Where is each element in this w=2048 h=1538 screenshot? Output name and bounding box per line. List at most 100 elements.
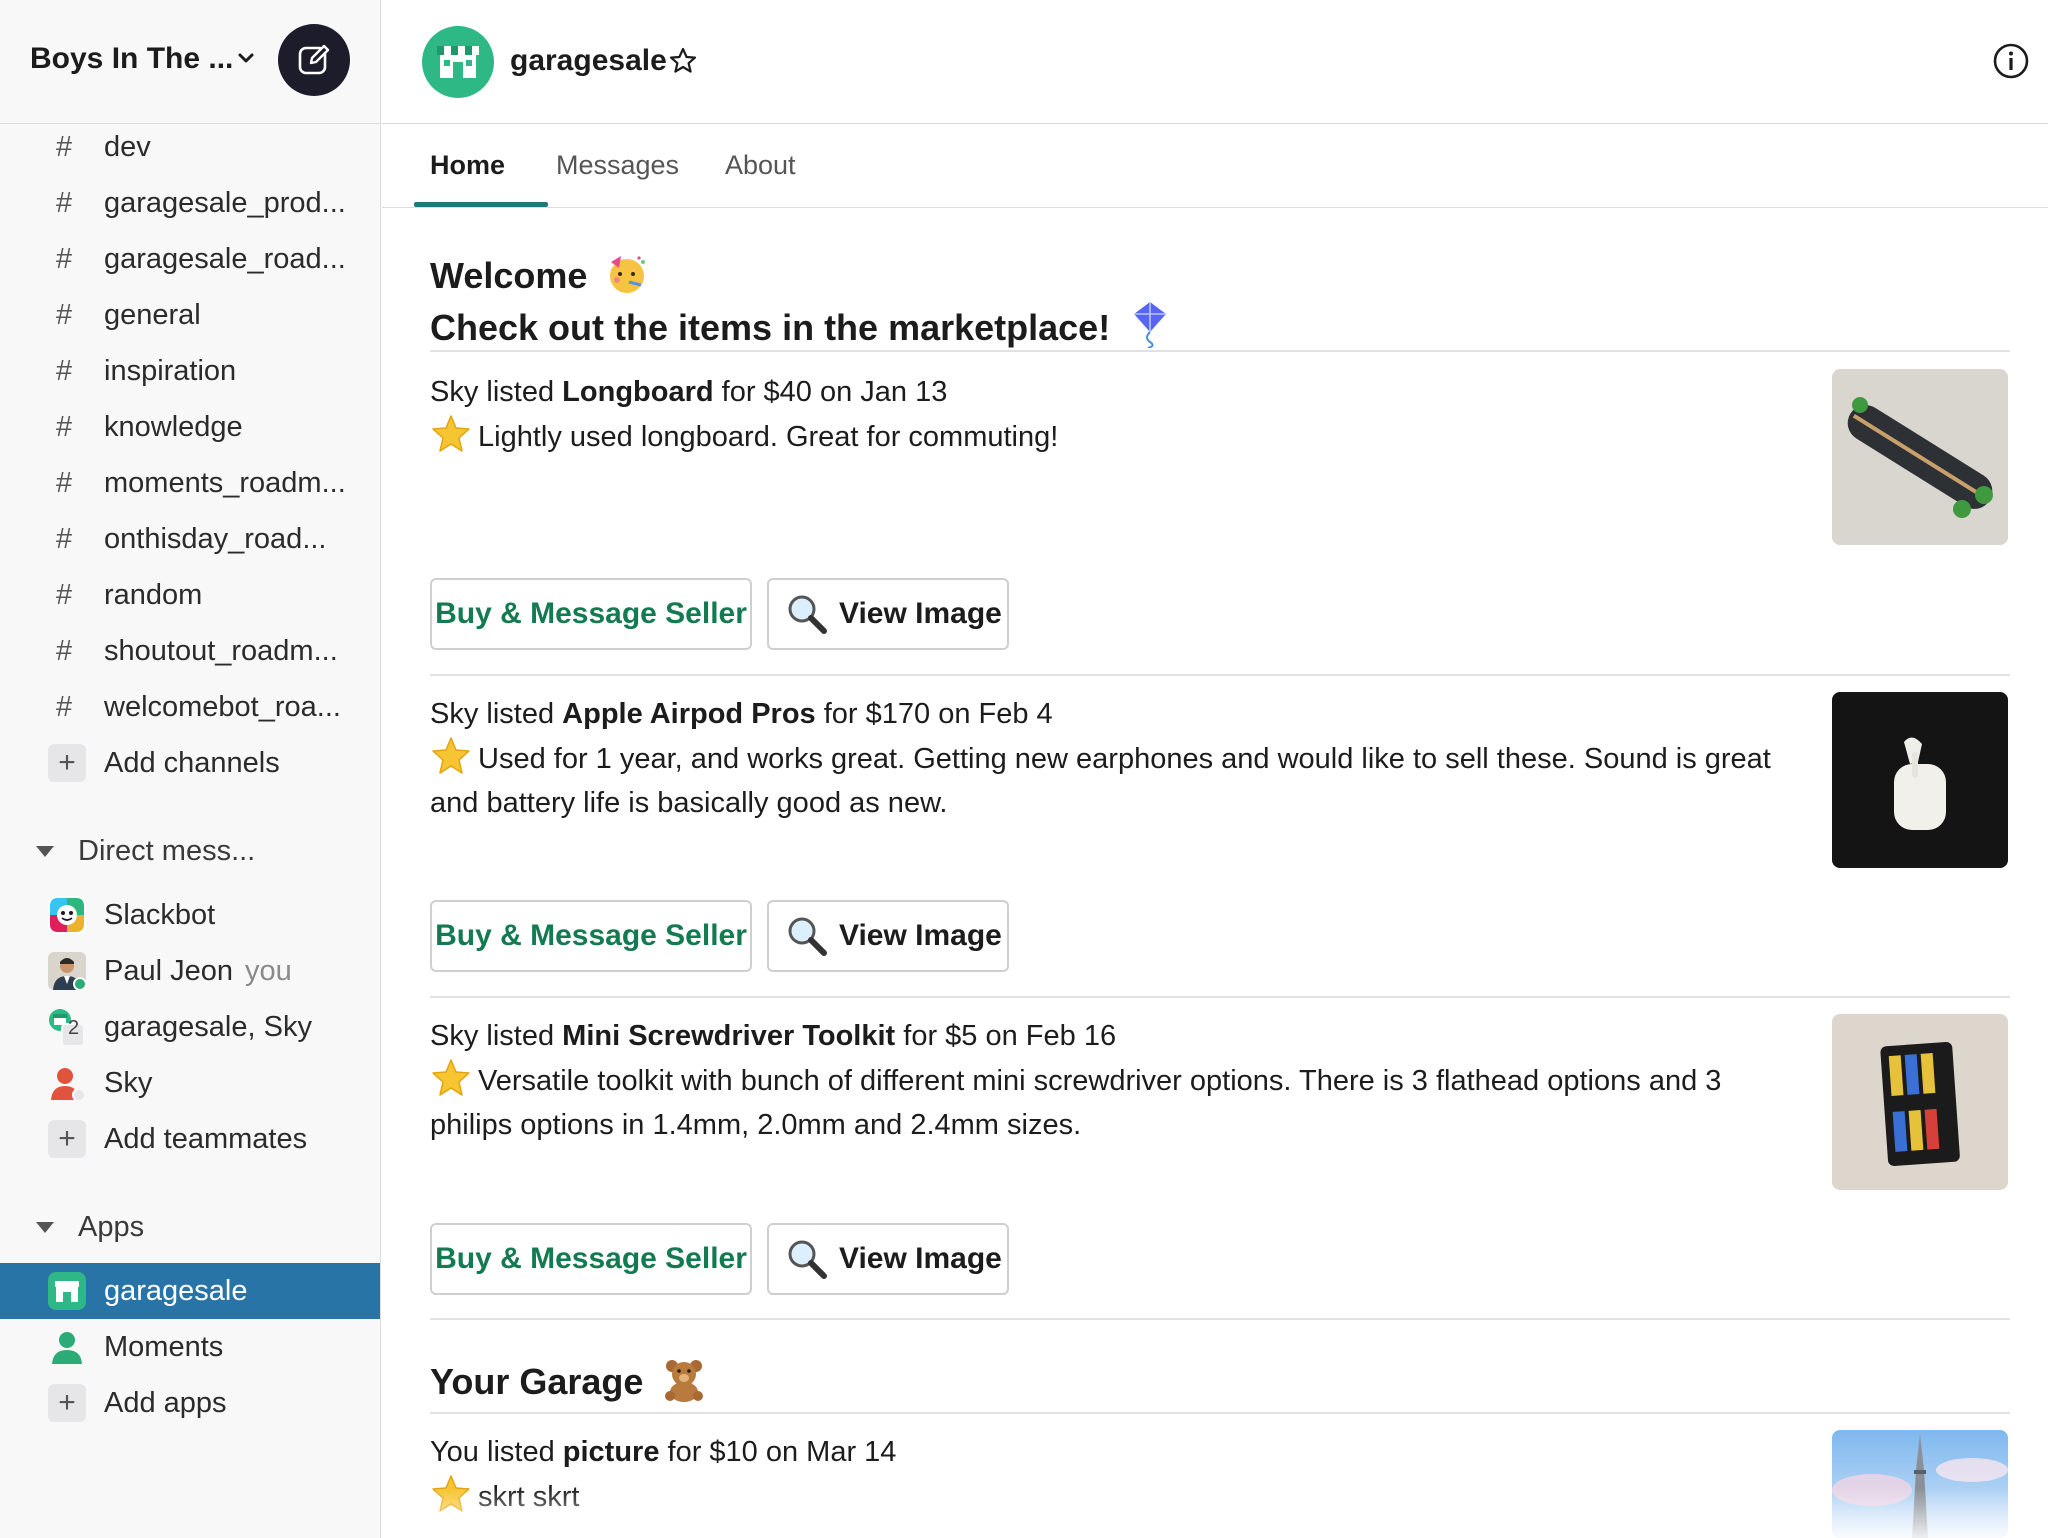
view-image-button[interactable]: View Image (767, 1223, 1009, 1295)
garagesale-app-icon (48, 1272, 86, 1310)
apps-section-toggle[interactable]: Apps (0, 1199, 380, 1255)
dm-item-self[interactable]: Paul Jeon you (0, 943, 380, 999)
dm-label: Sky (104, 1066, 153, 1099)
view-image-label: View Image (839, 919, 1002, 952)
channel-label: random (104, 578, 203, 611)
channel-item[interactable]: # random (0, 567, 380, 623)
info-icon[interactable] (1992, 42, 2030, 80)
active-tab-indicator (414, 202, 548, 207)
channel-item[interactable]: # onthisday_road... (0, 511, 380, 567)
star-icon (432, 737, 470, 774)
plus-icon: + (48, 1120, 86, 1158)
channel-item[interactable]: # garagesale_road... (0, 231, 380, 287)
party-face-icon (610, 256, 646, 293)
sidebar-item-moments[interactable]: Moments (0, 1319, 380, 1375)
sidebar: Boys In The ... # dev # garagesale_prod...… (0, 0, 381, 1538)
magnifier-icon (788, 595, 827, 634)
add-apps-button[interactable]: + Add apps (0, 1375, 380, 1431)
channel-label: welcomebot_roa... (104, 690, 341, 723)
listing-title: You listed picture for $10 on Mar 14 (430, 1436, 897, 1468)
star-icon (432, 1059, 470, 1096)
divider (430, 1412, 2010, 1414)
welcome-heading: Welcome (430, 252, 649, 297)
magnifier-icon (788, 917, 827, 956)
channel-item[interactable]: # garagesale_prod... (0, 175, 380, 231)
listing-title: Sky listed Apple Airpod Pros for $170 on… (430, 698, 1053, 730)
channel-item[interactable]: # moments_roadm... (0, 455, 380, 511)
hash-icon: # (56, 466, 73, 499)
buy-message-seller-button[interactable]: Buy & Message Seller (430, 900, 752, 972)
channel-item[interactable]: # inspiration (0, 343, 380, 399)
listing-thumbnail[interactable] (1832, 369, 2008, 545)
magnifier-icon (788, 1240, 827, 1279)
channel-item[interactable]: # knowledge (0, 399, 380, 455)
hash-icon: # (56, 578, 73, 611)
add-channels-label: Add channels (104, 746, 280, 779)
app-label: Moments (104, 1330, 224, 1363)
add-apps-label: Add apps (104, 1386, 227, 1419)
dm-label: Paul Jeon (104, 954, 233, 987)
app-home: garagesale Home Messages About Welcome C… (382, 0, 2048, 1538)
kite-icon (1134, 302, 1167, 348)
app-title[interactable]: garagesale (510, 44, 667, 78)
hash-icon: # (56, 298, 73, 331)
group-avatar-icon (49, 1009, 85, 1046)
channel-item[interactable]: # shoutout_roadm... (0, 623, 380, 679)
listing-description: Lightly used longboard. Great for commut… (430, 414, 1800, 459)
channel-label: general (104, 298, 201, 331)
view-image-button[interactable]: View Image (767, 900, 1009, 972)
hash-icon: # (56, 354, 73, 387)
channel-item[interactable]: # dev (0, 119, 380, 175)
channel-label: onthisday_road... (104, 522, 327, 555)
hash-icon: # (56, 130, 73, 163)
member-count-badge: 2 (68, 1017, 80, 1039)
channel-label: garagesale_prod... (104, 186, 346, 219)
add-teammates-label: Add teammates (104, 1122, 308, 1155)
buy-message-seller-button[interactable]: Buy & Message Seller (430, 1223, 752, 1295)
caret-down-icon (36, 845, 54, 857)
channel-label: moments_roadm... (104, 466, 346, 499)
garagesale-logo-icon[interactable] (422, 26, 494, 98)
divider (430, 1318, 2010, 1320)
channel-item[interactable]: # general (0, 287, 380, 343)
tab-about[interactable]: About (725, 150, 796, 181)
tab-bar: Home Messages About (382, 124, 2048, 208)
dm-label: Slackbot (104, 898, 216, 931)
hash-icon: # (56, 522, 73, 555)
add-teammates-button[interactable]: + Add teammates (0, 1111, 380, 1167)
dm-item-group[interactable]: 2 garagesale, Sky (0, 999, 380, 1055)
channel-label: dev (104, 130, 151, 163)
buy-message-seller-button[interactable]: Buy & Message Seller (430, 578, 752, 650)
listing-description: Versatile toolkit with bunch of differen… (430, 1058, 1800, 1147)
add-channels-button[interactable]: + Add channels (0, 735, 380, 791)
dm-item-slackbot[interactable]: Slackbot (0, 887, 380, 943)
chevron-down-icon[interactable] (236, 48, 256, 68)
view-image-label: View Image (839, 1242, 1002, 1275)
dm-item-sky[interactable]: Sky (0, 1055, 380, 1111)
channel-label: shoutout_roadm... (104, 634, 338, 667)
listing-title: Sky listed Longboard for $40 on Jan 13 (430, 376, 948, 408)
user-avatar-icon (51, 1068, 86, 1102)
tab-messages[interactable]: Messages (556, 150, 679, 181)
sidebar-item-garagesale[interactable]: garagesale (0, 1263, 380, 1319)
hash-icon: # (56, 410, 73, 443)
channel-item[interactable]: # welcomebot_roa... (0, 679, 380, 735)
marketplace-heading: Check out the items in the marketplace! (430, 300, 1172, 349)
app-label: garagesale (104, 1274, 248, 1307)
view-image-button[interactable]: View Image (767, 578, 1009, 650)
caret-down-icon (36, 1221, 54, 1233)
compose-button[interactable] (278, 24, 350, 96)
tab-home[interactable]: Home (430, 150, 505, 181)
channel-label: inspiration (104, 354, 237, 387)
plus-icon: + (48, 1384, 86, 1422)
workspace-header[interactable]: Boys In The ... (0, 0, 380, 124)
view-image-label: View Image (839, 597, 1002, 630)
star-icon[interactable] (668, 46, 698, 76)
dm-section-toggle[interactable]: Direct mess... (0, 823, 380, 879)
you-tag: you (245, 954, 292, 987)
dm-section-label: Direct mess... (78, 834, 256, 867)
listing-thumbnail[interactable] (1832, 692, 2008, 868)
listing-thumbnail[interactable] (1832, 1014, 2008, 1190)
plus-icon: + (48, 744, 86, 782)
workspace-name[interactable]: Boys In The ... (30, 42, 233, 76)
